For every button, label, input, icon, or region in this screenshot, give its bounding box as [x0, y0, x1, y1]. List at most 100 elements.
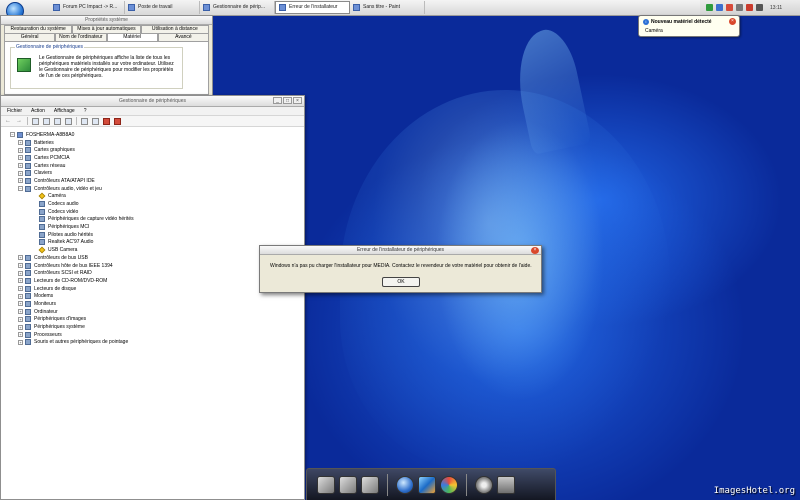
- tree-node[interactable]: Pilotes audio hérités: [4, 231, 299, 239]
- tree-node[interactable]: + Contrôleurs ATA/ATAPI IDE: [4, 177, 299, 185]
- menu-action[interactable]: Action: [31, 107, 45, 115]
- trash-icon[interactable]: [497, 475, 515, 494]
- tab-utilisation-a-distance[interactable]: Utilisation à distance: [140, 25, 209, 33]
- window-titlebar[interactable]: Propriétés système: [1, 16, 212, 25]
- view-icon[interactable]: [32, 117, 39, 125]
- tree-node[interactable]: − Contrôleurs audio, vidéo et jeu: [4, 185, 299, 193]
- tab-nom-ordinateur[interactable]: Nom de l'ordinateur: [55, 33, 107, 41]
- network-icon[interactable]: [716, 4, 723, 11]
- menu-fichier[interactable]: Fichier: [7, 107, 22, 115]
- tree-node[interactable]: + Cartes réseau: [4, 162, 299, 170]
- tree-node[interactable]: USB Camera: [4, 246, 299, 254]
- gear-icon[interactable]: [475, 475, 493, 494]
- tree-node[interactable]: + Ordinateur: [4, 308, 299, 316]
- printer-icon[interactable]: [361, 475, 379, 494]
- tree-node[interactable]: − FOSHERMA-A8B8A0: [4, 131, 299, 139]
- uninstall-device-icon[interactable]: [114, 117, 121, 125]
- tree-node[interactable]: + Processeurs: [4, 331, 299, 339]
- tree-node[interactable]: + Lecteurs de disque: [4, 285, 299, 293]
- expand-icon[interactable]: +: [18, 163, 23, 169]
- security-icon[interactable]: [726, 4, 733, 11]
- power-icon[interactable]: [756, 4, 763, 11]
- collapse-icon[interactable]: −: [18, 186, 23, 192]
- tab-mises-a-jour[interactable]: Mises à jour automatiques: [72, 25, 141, 33]
- update-driver-icon[interactable]: [92, 117, 99, 125]
- tools-icon[interactable]: [339, 475, 357, 494]
- print-icon[interactable]: [54, 117, 61, 125]
- expand-icon[interactable]: +: [18, 147, 23, 153]
- properties-icon[interactable]: [43, 117, 50, 125]
- taskbar-item-forum[interactable]: Forum PC Impact -> R...: [50, 0, 125, 14]
- clock[interactable]: 13:11: [770, 5, 782, 11]
- taskbar-item-poste-de-travail[interactable]: Poste de travail: [125, 0, 200, 14]
- volume-icon[interactable]: [736, 4, 743, 11]
- tree-node[interactable]: + Moniteurs: [4, 300, 299, 308]
- disable-device-icon[interactable]: [103, 117, 110, 125]
- expand-icon[interactable]: +: [18, 339, 23, 345]
- new-hardware-balloon[interactable]: i Nouveau matériel détecté Caméra ×: [638, 15, 740, 37]
- ok-button[interactable]: OK: [382, 277, 420, 287]
- tree-node[interactable]: + Souris et autres périphériques de point…: [4, 339, 299, 347]
- tree-node[interactable]: + Contrôleurs hôte de bus IEEE 1394: [4, 262, 299, 270]
- expand-icon[interactable]: +: [18, 170, 23, 176]
- expand-icon[interactable]: +: [18, 270, 23, 276]
- expand-icon[interactable]: +: [18, 155, 23, 161]
- close-icon[interactable]: ×: [729, 18, 736, 25]
- globe-icon[interactable]: [396, 475, 414, 494]
- tree-node[interactable]: + Périphériques d'images: [4, 316, 299, 324]
- expand-icon[interactable]: +: [18, 316, 23, 322]
- taskbar-item-device-manager[interactable]: Gestionnaire de périp...: [200, 0, 275, 14]
- tree-node[interactable]: Périphériques de capture vidéo hérités: [4, 216, 299, 224]
- tree-node[interactable]: Périphériques MCI: [4, 223, 299, 231]
- tab-restauration[interactable]: Restauration du système: [4, 25, 73, 33]
- audio-icon: [25, 185, 31, 192]
- forward-arrow-icon[interactable]: →: [16, 118, 23, 125]
- collapse-icon[interactable]: −: [10, 132, 15, 138]
- expand-icon[interactable]: +: [18, 255, 23, 261]
- tree-node[interactable]: + Périphériques système: [4, 323, 299, 331]
- expand-icon[interactable]: +: [18, 332, 23, 338]
- tree-node[interactable]: Codecs audio: [4, 200, 299, 208]
- menu-help[interactable]: ?: [84, 107, 87, 115]
- tree-node[interactable]: + Contrôleurs SCSI et RAID: [4, 269, 299, 277]
- taskbar-item-paint[interactable]: Sans titre - Paint: [350, 0, 425, 14]
- expand-icon[interactable]: +: [18, 286, 23, 292]
- expand-icon[interactable]: +: [18, 293, 23, 299]
- minimize-button[interactable]: _: [273, 97, 282, 104]
- back-arrow-icon[interactable]: ←: [5, 118, 12, 125]
- expand-icon[interactable]: +: [18, 301, 23, 307]
- expand-icon[interactable]: +: [18, 278, 23, 284]
- tab-avance[interactable]: Avancé: [157, 33, 209, 41]
- tree-node[interactable]: Caméra: [4, 192, 299, 201]
- media-player-icon[interactable]: [440, 475, 458, 494]
- close-button[interactable]: ×: [293, 97, 302, 104]
- tree-node[interactable]: + Claviers: [4, 169, 299, 177]
- dialog-titlebar[interactable]: Erreur de l'installateur de périphérique…: [260, 246, 541, 255]
- tree-node[interactable]: Realtek AC'97 Audio: [4, 239, 299, 247]
- maximize-button[interactable]: □: [283, 97, 292, 104]
- picture-icon[interactable]: [418, 475, 436, 494]
- expand-icon[interactable]: +: [18, 140, 23, 146]
- window-titlebar[interactable]: Gestionnaire de périphériques _ □ ×: [1, 96, 304, 107]
- tree-node[interactable]: + Contrôleurs de bus USB: [4, 254, 299, 262]
- close-icon[interactable]: ×: [531, 247, 539, 254]
- menu-affichage[interactable]: Affichage: [54, 107, 75, 115]
- tab-general[interactable]: Général: [4, 33, 56, 41]
- help-icon[interactable]: [65, 117, 72, 125]
- antivirus-icon[interactable]: [746, 4, 753, 11]
- tree-node[interactable]: + Cartes PCMCIA: [4, 154, 299, 162]
- safely-remove-icon[interactable]: [706, 4, 713, 11]
- tab-materiel[interactable]: Matériel: [106, 33, 158, 41]
- user-icon[interactable]: [317, 475, 335, 494]
- expand-icon[interactable]: +: [18, 178, 23, 184]
- tree-node[interactable]: + Lecteurs de CD-ROM/DVD-ROM: [4, 277, 299, 285]
- tree-node[interactable]: + Modems: [4, 292, 299, 300]
- tree-node[interactable]: + Cartes graphiques: [4, 146, 299, 154]
- expand-icon[interactable]: +: [18, 309, 23, 315]
- tree-node[interactable]: Codecs vidéo: [4, 208, 299, 216]
- expand-icon[interactable]: +: [18, 263, 23, 269]
- taskbar-item-installer-error[interactable]: Erreur de l'installateur: [275, 0, 350, 14]
- scan-hardware-icon[interactable]: [81, 117, 88, 125]
- tree-node[interactable]: + Batteries: [4, 139, 299, 147]
- expand-icon[interactable]: +: [18, 324, 23, 330]
